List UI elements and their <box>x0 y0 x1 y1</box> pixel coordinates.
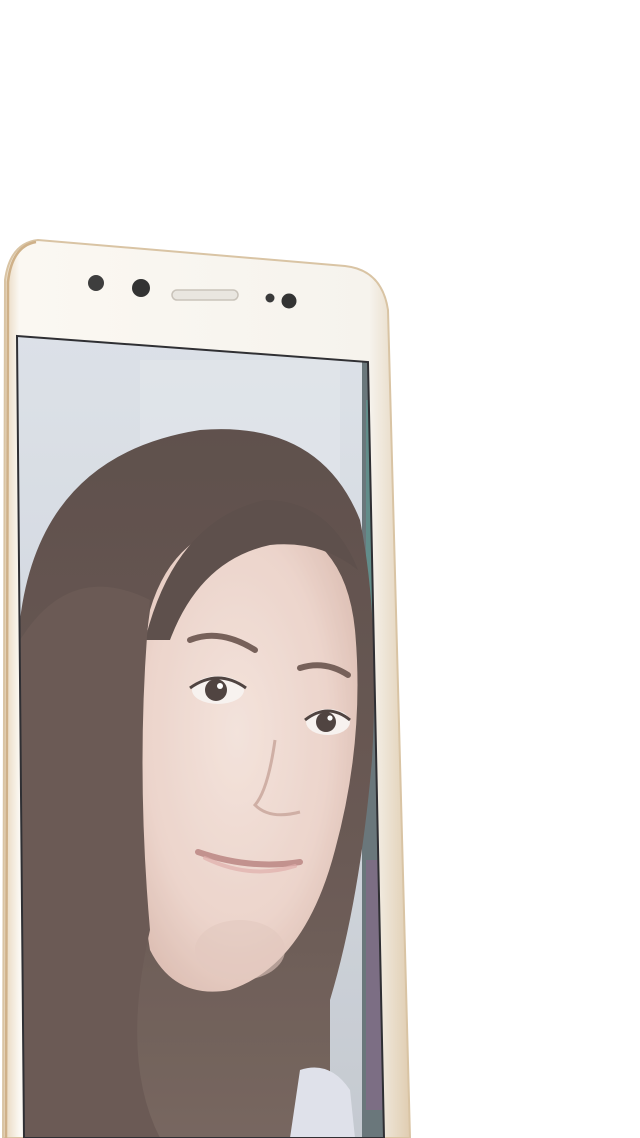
phone-illustration <box>1 238 412 1138</box>
secondary-camera-icon <box>281 293 297 309</box>
phone-screen <box>17 336 384 1138</box>
earpiece-speaker <box>171 289 239 301</box>
front-camera-icon <box>132 279 150 297</box>
proximity-sensor-icon <box>88 275 104 291</box>
sensor-dot-icon <box>265 293 275 303</box>
product-scene <box>0 0 640 1138</box>
